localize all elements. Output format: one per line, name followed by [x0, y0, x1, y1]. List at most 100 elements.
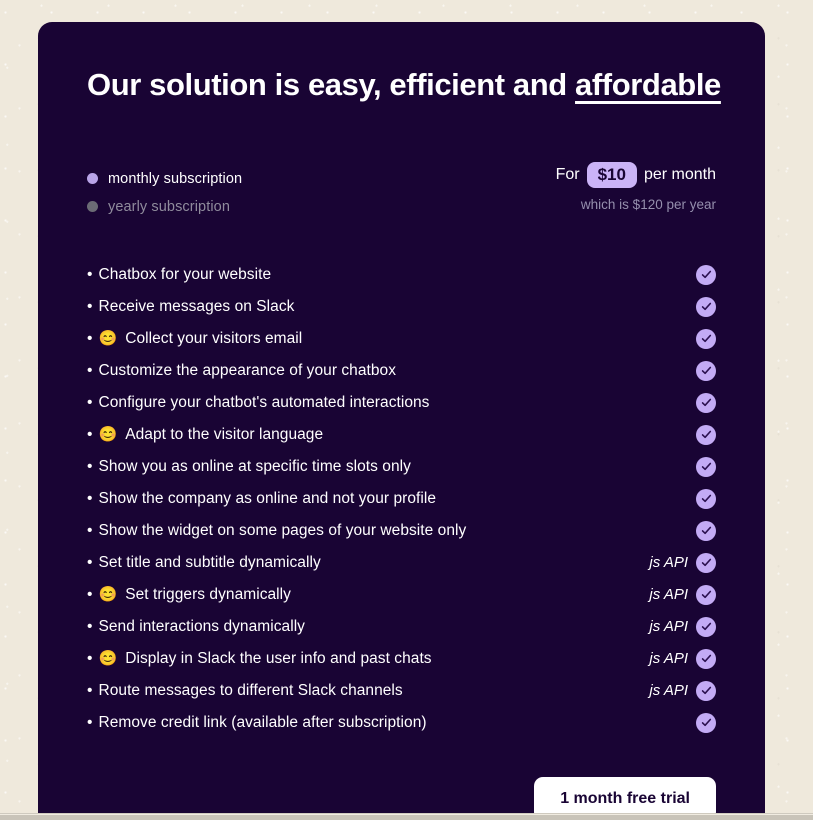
feature-row: • Show you as online at specific time slo…: [87, 451, 716, 483]
pricing-card: Our solution is easy, efficient and affo…: [38, 22, 765, 816]
feature-label-group: • Chatbox for your website: [87, 266, 271, 284]
bullet-icon: •: [87, 650, 93, 667]
js-api-badge: js API: [649, 650, 688, 668]
js-api-badge: js API: [649, 586, 688, 604]
feature-label: Show the company as online and not your …: [98, 489, 437, 507]
feature-list: • Chatbox for your website • Receive messag…: [87, 259, 716, 739]
feature-label-group: • Route messages to different Slack chann…: [87, 682, 403, 700]
plan-selection-row: monthly subscription yearly subscription…: [87, 161, 716, 221]
feature-label-group: • Show you as online at specific time slo…: [87, 458, 411, 476]
smiley-face-icon: 😊: [98, 426, 118, 444]
check-circle-icon: [696, 648, 716, 669]
free-trial-button[interactable]: 1 month free trial: [534, 776, 716, 816]
feature-label: Chatbox for your website: [98, 265, 272, 283]
horizontal-scrollbar[interactable]: [0, 813, 813, 820]
check-circle-icon: [696, 328, 716, 349]
feature-status-group: [696, 264, 716, 285]
page-title: Our solution is easy, efficient and affo…: [87, 66, 721, 105]
feature-label-group: • Show the company as online and not your…: [87, 490, 436, 508]
cta-row: 1 month free trial: [87, 776, 716, 816]
feature-status-group: [696, 328, 716, 349]
feature-status-group: [696, 360, 716, 381]
check-circle-icon: [696, 424, 716, 445]
feature-status-group: [696, 424, 716, 445]
feature-label: Receive messages on Slack: [98, 297, 295, 315]
feature-status-group: js API: [649, 648, 716, 669]
check-circle-icon: [696, 456, 716, 477]
price-note: which is $120 per year: [580, 196, 716, 212]
feature-status-group: [696, 488, 716, 509]
feature-label-group: • Set title and subtitle dynamically: [87, 554, 321, 572]
feature-label-group: • 😊 Adapt to the visitor language: [87, 426, 323, 444]
feature-label-group: • 😊 Display in Slack the user info and pas…: [87, 650, 432, 668]
page-title-text: Our solution is easy, efficient and: [87, 67, 576, 102]
feature-row: • Customize the appearance of your chatbo…: [87, 355, 716, 387]
feature-row: • Send interactions dynamically js API: [87, 611, 716, 643]
bullet-icon: •: [87, 714, 93, 731]
feature-row: • 😊 Set triggers dynamically js API: [87, 579, 716, 611]
feature-label: Configure your chatbot's automated inter…: [98, 393, 430, 411]
subscription-option-yearly-label: yearly subscription: [108, 198, 230, 215]
radio-unselected-icon: [87, 201, 98, 213]
bullet-icon: •: [87, 362, 93, 379]
check-circle-icon: [696, 584, 716, 605]
feature-status-group: js API: [649, 584, 716, 605]
feature-label: Send interactions dynamically: [98, 617, 305, 635]
bullet-icon: •: [87, 618, 93, 635]
feature-row: • 😊 Collect your visitors email: [87, 323, 716, 355]
check-circle-icon: [696, 680, 716, 701]
check-circle-icon: [696, 264, 716, 285]
bullet-icon: •: [87, 586, 93, 603]
subscription-option-monthly[interactable]: monthly subscription: [87, 165, 242, 193]
bullet-icon: •: [87, 394, 93, 411]
feature-row: • Chatbox for your website: [87, 259, 716, 291]
js-api-badge: js API: [649, 554, 688, 572]
feature-status-group: [696, 392, 716, 413]
feature-label: Route messages to different Slack channe…: [98, 681, 403, 699]
feature-label: Customize the appearance of your chatbox: [98, 361, 397, 379]
feature-status-group: [696, 712, 716, 733]
feature-status-group: [696, 456, 716, 477]
feature-label: Collect your visitors email: [125, 329, 303, 347]
feature-label-group: • Receive messages on Slack: [87, 298, 294, 316]
bullet-icon: •: [87, 458, 93, 475]
check-circle-icon: [696, 360, 716, 381]
price-suffix: per month: [643, 165, 716, 183]
bullet-icon: •: [87, 266, 93, 283]
feature-status-group: js API: [649, 552, 716, 573]
feature-label: Remove credit link (available after subs…: [98, 713, 427, 731]
feature-status-group: js API: [649, 616, 716, 637]
bullet-icon: •: [87, 522, 93, 539]
feature-label: Display in Slack the user info and past …: [125, 649, 432, 667]
feature-row: • Show the company as online and not your…: [87, 483, 716, 515]
feature-label-group: • Configure your chatbot's automated inte…: [87, 394, 429, 412]
feature-label: Show the widget on some pages of your we…: [98, 521, 467, 539]
bullet-icon: •: [87, 682, 93, 699]
subscription-option-yearly[interactable]: yearly subscription: [87, 193, 242, 221]
feature-row: • 😊 Adapt to the visitor language: [87, 419, 716, 451]
feature-label-group: • 😊 Set triggers dynamically: [87, 586, 291, 604]
feature-row: • Configure your chatbot's automated inte…: [87, 387, 716, 419]
smiley-face-icon: 😊: [98, 330, 118, 348]
feature-row: • Receive messages on Slack: [87, 291, 716, 323]
check-circle-icon: [696, 392, 716, 413]
feature-status-group: js API: [649, 680, 716, 701]
bullet-icon: •: [87, 426, 93, 443]
js-api-badge: js API: [649, 618, 688, 636]
price-line: For $10 per month: [556, 161, 716, 188]
smiley-face-icon: 😊: [98, 650, 118, 668]
price-amount: $10: [586, 161, 637, 188]
check-circle-icon: [696, 552, 716, 573]
check-circle-icon: [696, 520, 716, 541]
horizontal-scrollbar-thumb[interactable]: [0, 815, 813, 820]
feature-label-group: • Customize the appearance of your chatbo…: [87, 362, 396, 380]
feature-label-group: • Remove credit link (available after sub…: [87, 714, 427, 732]
check-circle-icon: [696, 712, 716, 733]
smiley-face-icon: 😊: [98, 586, 118, 604]
feature-row: • Remove credit link (available after sub…: [87, 707, 716, 739]
feature-label: Adapt to the visitor language: [125, 425, 324, 443]
feature-row: • 😊 Display in Slack the user info and pas…: [87, 643, 716, 675]
subscription-options: monthly subscription yearly subscription: [87, 162, 242, 221]
feature-status-group: [696, 296, 716, 317]
feature-status-group: [696, 520, 716, 541]
